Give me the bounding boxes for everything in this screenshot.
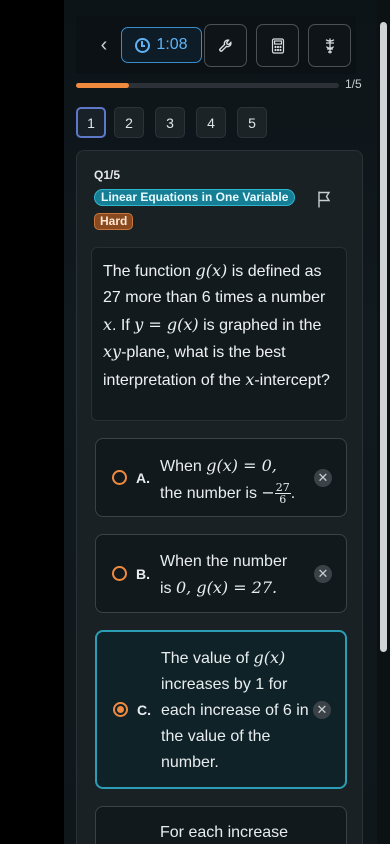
option-text: When g(x) = 0, the number is −27 6. [160, 453, 310, 507]
option-math: − [261, 483, 275, 502]
calculator-button[interactable] [256, 24, 299, 67]
fraction: 27 6 [274, 482, 291, 507]
stem-text: The function [103, 263, 196, 280]
answer-option-c[interactable]: C. The value of g(x) increases by 1 for … [95, 630, 347, 789]
stem-math: x [103, 314, 113, 334]
progress-label: 1/5 [345, 77, 362, 91]
difficulty-badge: Hard [94, 213, 134, 230]
option-math: g(x) [253, 648, 286, 667]
topic-badge: Linear Equations in One Variable [94, 189, 296, 206]
option-text-part: the number is [160, 485, 262, 502]
chevron-left-icon: ‹ [100, 34, 108, 56]
timer-button[interactable]: 1:08 [121, 27, 202, 63]
option-math: g(x) = 0, [206, 456, 277, 475]
reference-sheet-icon [325, 38, 334, 53]
timer-value: 1:08 [156, 36, 188, 53]
question-nav-5[interactable]: 5 [237, 107, 267, 138]
option-math: 0, g(x) = 27. [176, 578, 278, 597]
radio-a[interactable] [112, 470, 127, 485]
stem-math: xy [103, 342, 122, 362]
close-icon: ✕ [316, 702, 328, 717]
option-letter: A. [136, 470, 150, 486]
answer-option-b[interactable]: B. When the number is 0, g(x) = 27. ✕ [95, 534, 347, 613]
stem-math: y = g(x) [134, 314, 199, 334]
option-letter: B. [136, 566, 150, 582]
eliminate-option-b-button[interactable]: ✕ [314, 565, 332, 583]
option-text-part: When the number [160, 553, 288, 570]
calculator-icon [271, 37, 284, 54]
option-text-part: The value of [161, 650, 254, 667]
fraction-denominator: 6 [279, 493, 287, 507]
radio-b[interactable] [112, 566, 127, 581]
option-text: When the number is 0, g(x) = 27. [160, 549, 310, 602]
wrench-icon [218, 38, 232, 52]
question-nav-2[interactable]: 2 [114, 107, 144, 138]
left-rail [0, 0, 64, 844]
back-button[interactable]: ‹ [94, 30, 114, 60]
question-card: Q1/5 Linear Equations in One Variable Ha… [76, 150, 363, 844]
quiz-app: ‹ 1:08 1/5 1 2 3 4 5 Q1/5 Linear Equatio… [64, 0, 377, 844]
eliminate-option-a-button[interactable]: ✕ [314, 469, 332, 487]
flag-icon[interactable] [316, 190, 332, 208]
clock-icon [135, 37, 151, 53]
close-icon: ✕ [317, 470, 329, 485]
tools-button[interactable] [204, 24, 247, 67]
stem-text: is graphed in the [198, 316, 322, 334]
reference-sheet-button[interactable] [308, 24, 351, 67]
stem-math: x [245, 369, 255, 389]
option-text-part: . [290, 485, 296, 502]
option-text: The value of g(x) increases by 1 for eac… [161, 645, 311, 776]
stem-math: g(x) [195, 261, 228, 280]
question-nav-3[interactable]: 3 [155, 107, 185, 138]
option-text-part: increases by 1 for each increase of 6 in… [161, 676, 309, 771]
scrollbar-thumb[interactable] [380, 22, 387, 652]
question-nav-1[interactable]: 1 [76, 107, 106, 138]
option-letter: C. [137, 702, 151, 718]
question-nav-4[interactable]: 4 [196, 107, 226, 138]
answer-option-d[interactable]: For each increase [95, 806, 347, 844]
option-text-part: is [160, 580, 176, 597]
answer-option-a[interactable]: A. When g(x) = 0, the number is −27 6. ✕ [95, 438, 347, 517]
eliminate-option-c-button[interactable]: ✕ [313, 701, 331, 719]
progress-bar [76, 83, 339, 88]
option-text: For each increase [160, 824, 289, 841]
close-icon: ✕ [317, 566, 329, 581]
question-count: Q1/5 [94, 168, 121, 182]
radio-c[interactable] [113, 702, 128, 717]
progress-fill [76, 83, 129, 88]
question-stem: The function g(x) is defined as 27 more … [91, 247, 347, 421]
option-text-part: When [160, 458, 207, 475]
stem-text: . If [112, 316, 135, 334]
stem-text: -intercept? [254, 371, 330, 389]
